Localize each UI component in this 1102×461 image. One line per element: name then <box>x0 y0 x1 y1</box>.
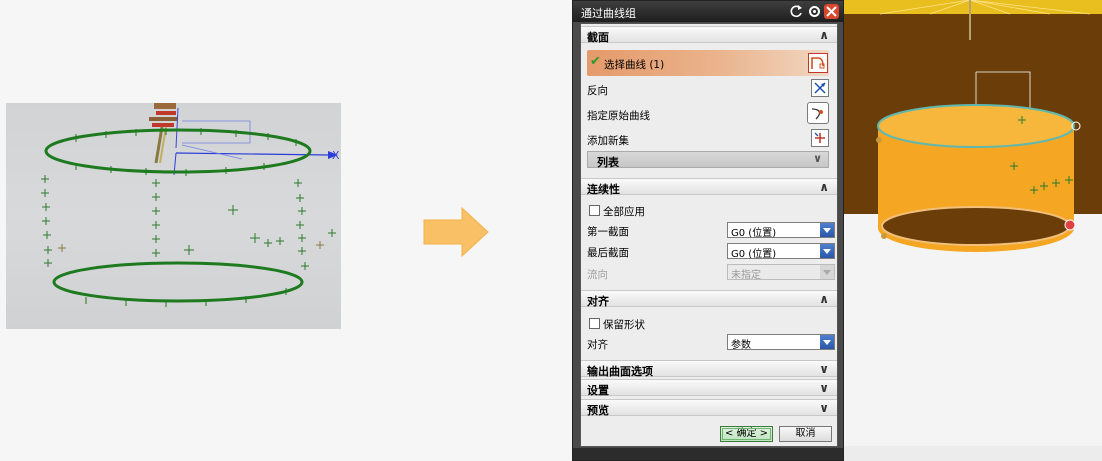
collapse-chevron-icon: ∧ <box>819 292 829 306</box>
dropdown-arrow-icon <box>820 244 834 258</box>
collapse-chevron-icon: ∧ <box>819 28 829 42</box>
collapse-chevron-icon: ∧ <box>819 180 829 194</box>
apply-all-checkbox[interactable] <box>589 205 600 216</box>
expand-chevron-icon: ∨ <box>813 152 822 165</box>
transform-arrow-icon <box>423 206 489 258</box>
expand-chevron-icon: ∨ <box>819 381 829 395</box>
dropdown-arrow-icon <box>820 265 834 279</box>
alignment-label: 对齐 <box>587 339 608 351</box>
dialog-titlebar[interactable]: 通过曲线组 <box>573 1 843 22</box>
alignment-select[interactable]: 参数 <box>727 334 835 351</box>
settings-gear-icon[interactable] <box>807 4 822 19</box>
reverse-label: 反向 <box>587 85 608 97</box>
add-new-set-label: 添加新集 <box>587 135 629 147</box>
bottom-section-curve[interactable] <box>881 206 1071 246</box>
first-section-label: 第一截面 <box>587 226 629 238</box>
keep-shape-checkbox[interactable] <box>589 318 600 329</box>
flow-direction-select: 未指定 <box>727 264 835 281</box>
top-curve[interactable] <box>44 128 312 174</box>
origin-curve-icon[interactable] <box>807 102 829 124</box>
alignment-group-header[interactable]: 对齐 ∧ <box>581 290 837 308</box>
select-curve-row[interactable]: ✔ 选择曲线 (1) <box>587 50 829 76</box>
keep-shape-label: 保留形状 <box>603 319 645 331</box>
list-bar[interactable]: 列表 ∨ <box>587 151 829 169</box>
specify-origin-curve-label: 指定原始曲线 <box>587 110 650 122</box>
flow-direction-label: 流向 <box>587 269 608 281</box>
apply-all-label: 全部应用 <box>603 206 645 218</box>
curve-ticks <box>75 128 297 307</box>
output-surface-options-header[interactable]: 输出曲面选项 ∨ <box>581 360 837 378</box>
dropdown-arrow-icon <box>820 335 834 349</box>
through-curves-dialog: 通过曲线组 截面 ∧ ✔ 选择曲线 (1) 反向 指定原始曲线 添加新集 列表 … <box>572 0 844 461</box>
x-axis-label: X <box>332 149 340 162</box>
add-new-set-icon[interactable] <box>811 129 829 147</box>
close-icon[interactable] <box>824 4 839 19</box>
checkmark-icon: ✔ <box>590 54 601 69</box>
ok-button[interactable]: < 确定 > <box>720 426 773 442</box>
dropdown-arrow-icon <box>820 223 834 237</box>
left-graphics-viewport[interactable]: X <box>6 103 341 329</box>
expand-chevron-icon: ∨ <box>819 362 829 376</box>
right-graphics-viewport[interactable] <box>840 0 1102 461</box>
datum-stack <box>149 103 177 164</box>
bottom-curve[interactable] <box>52 261 304 303</box>
expand-chevron-icon: ∨ <box>819 401 829 415</box>
last-section-select[interactable]: G0 (位置) <box>727 243 835 260</box>
last-section-label: 最后截面 <box>587 247 629 259</box>
wcs-axes: X <box>173 107 340 176</box>
dialog-bottom-strip <box>573 448 843 460</box>
top-section-curve[interactable] <box>877 104 1075 148</box>
reset-icon[interactable] <box>789 4 804 19</box>
settings-group-header[interactable]: 设置 ∨ <box>581 379 837 397</box>
cancel-button[interactable]: 取消 <box>779 426 832 442</box>
dialog-title: 通过曲线组 <box>581 7 636 20</box>
dialog-body: 截面 ∧ ✔ 选择曲线 (1) 反向 指定原始曲线 添加新集 列表 ∨ 连续性 <box>580 23 838 447</box>
section-group-header[interactable]: 截面 ∧ <box>581 26 837 44</box>
continuity-group-header[interactable]: 连续性 ∧ <box>581 178 837 196</box>
reverse-direction-icon[interactable] <box>811 79 829 97</box>
preview-group-header[interactable]: 预览 ∨ <box>581 399 837 417</box>
first-section-select[interactable]: G0 (位置) <box>727 222 835 239</box>
point-markers <box>41 175 336 270</box>
select-curve-icon[interactable] <box>808 53 828 73</box>
